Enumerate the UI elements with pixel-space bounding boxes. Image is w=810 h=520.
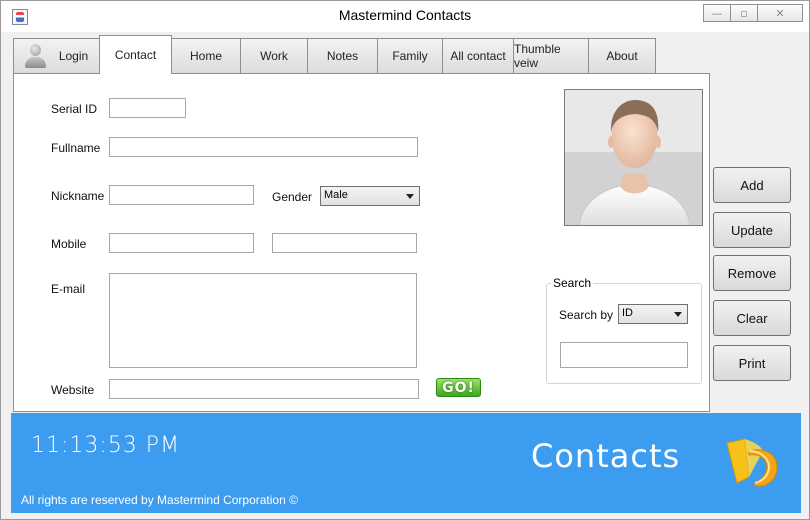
default-avatar-icon — [565, 90, 702, 225]
tab-contact-label: Contact — [114, 48, 157, 62]
window-controls: — ▫ ✕ — [703, 4, 803, 22]
print-button[interactable]: Print — [713, 345, 791, 381]
tab-home-label: Home — [189, 49, 222, 63]
clock-display: 11:13:53 PM — [31, 433, 181, 458]
window-title: Mastermind Contacts — [338, 7, 472, 23]
copyright-text: All rights are reserved by Mastermind Co… — [21, 493, 298, 507]
app-window: Mastermind Contacts — ▫ ✕ Login Contact … — [0, 0, 810, 520]
mobile-label: Mobile — [51, 237, 87, 251]
email-label: E-mail — [51, 282, 86, 296]
tab-notes-label: Notes — [326, 49, 359, 63]
tab-thumble-veiw[interactable]: Thumble veiw — [513, 38, 589, 73]
gender-label: Gender — [272, 190, 313, 204]
tab-about-label: About — [606, 49, 638, 63]
clear-button[interactable]: Clear — [713, 300, 791, 336]
tab-all-contact-label: All contact — [450, 49, 506, 63]
tab-work[interactable]: Work — [240, 38, 308, 73]
gender-select[interactable]: Male — [320, 186, 420, 206]
chevron-down-icon — [674, 312, 682, 317]
nickname-label: Nickname — [51, 189, 105, 203]
tab-about[interactable]: About — [588, 38, 656, 73]
user-icon — [24, 44, 46, 68]
tab-login-label: Login — [58, 49, 89, 63]
search-by-select[interactable]: ID — [618, 304, 688, 324]
mobile-field[interactable] — [109, 233, 254, 253]
tab-work-label: Work — [260, 49, 288, 63]
fullname-field[interactable] — [109, 137, 418, 157]
tab-notes[interactable]: Notes — [307, 38, 378, 73]
restore-button[interactable]: ▫ — [730, 4, 758, 22]
search-group-title: Search — [551, 276, 594, 290]
tab-contact[interactable]: Contact — [99, 35, 172, 74]
serial-id-label: Serial ID — [51, 102, 98, 116]
tab-home[interactable]: Home — [171, 38, 241, 73]
search-by-label: Search by — [559, 308, 614, 322]
go-button[interactable]: GO! — [436, 378, 481, 397]
chevron-down-icon — [406, 194, 414, 199]
website-field[interactable] — [109, 379, 419, 399]
mobile-field-secondary[interactable] — [272, 233, 417, 253]
tab-family[interactable]: Family — [377, 38, 443, 73]
remove-button[interactable]: Remove — [713, 255, 791, 291]
serial-id-field[interactable] — [109, 98, 186, 118]
close-button[interactable]: ✕ — [757, 4, 803, 22]
tab-family-label: Family — [392, 49, 428, 63]
website-label: Website — [51, 383, 95, 397]
minimize-button[interactable]: — — [703, 4, 731, 22]
fullname-label: Fullname — [51, 141, 101, 155]
title-bar[interactable]: Mastermind Contacts — ▫ ✕ — [1, 1, 809, 32]
search-by-select-value: ID — [622, 307, 633, 319]
contact-form-panel: Serial ID Fullname Nickname Gender Male … — [13, 73, 710, 412]
update-button[interactable]: Update — [713, 212, 791, 248]
gender-select-value: Male — [324, 189, 348, 201]
tab-login[interactable]: Login — [13, 38, 100, 73]
contacts-logo-icon — [726, 438, 778, 487]
email-textarea[interactable] — [109, 273, 417, 368]
search-input[interactable] — [560, 342, 688, 368]
search-group: Search Search by ID — [546, 276, 702, 384]
nickname-field[interactable] — [109, 185, 254, 205]
add-button[interactable]: Add — [713, 167, 791, 203]
tab-all-contact[interactable]: All contact — [442, 38, 514, 73]
contact-photo[interactable] — [564, 89, 703, 226]
tab-thumble-veiw-label: Thumble veiw — [514, 42, 561, 70]
brand-title: Contacts — [531, 437, 681, 475]
footer-banner: 11:13:53 PM Contacts All rights are rese… — [11, 413, 801, 513]
